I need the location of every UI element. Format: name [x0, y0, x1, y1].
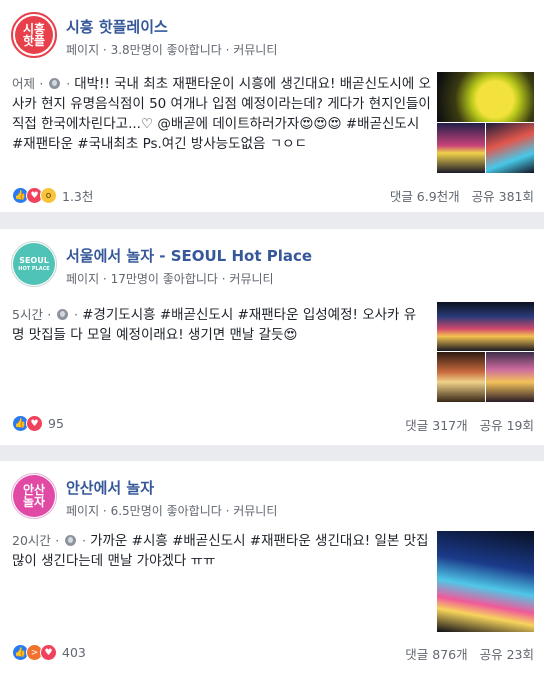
post-photo[interactable] [486, 352, 534, 402]
page-avatar[interactable]: SEOUL HOT PLACE [11, 241, 57, 287]
comment-count-link[interactable]: 댓글 317개 [405, 418, 467, 433]
avatar-text: SEOUL [19, 255, 49, 265]
feed-post: SEOUL HOT PLACE 서울에서 놀자 - SEOUL Hot Plac… [0, 229, 544, 445]
page-name-link[interactable]: 안산에서 놀자 [66, 477, 154, 498]
reactions-summary[interactable]: 👍 ♥ o 1.3천 [12, 186, 93, 205]
engagement-counts: 댓글 876개 공유 23회 [405, 644, 534, 663]
reactions-summary[interactable]: 👍 > ♥ 403 [12, 644, 86, 661]
page-meta: 페이지 · 17만명이 좋아합니다 · 커뮤니티 [66, 272, 274, 286]
avatar-text: 놀자 [22, 495, 46, 509]
post-text: 대박!! 국내 최초 재팬타운이 시흥에 생긴대요! 배곧신도시에 오사카 현지… [12, 76, 431, 152]
avatar-text: HOT PLACE [18, 265, 50, 272]
post-photo[interactable] [437, 123, 485, 173]
reactions-summary[interactable]: 👍 ♥ 95 [12, 415, 64, 432]
post-photo[interactable] [486, 123, 534, 173]
post-timestamp[interactable]: 20시간 [12, 533, 51, 548]
reaction-count: 1.3천 [62, 189, 94, 204]
reaction-count: 403 [62, 645, 86, 660]
post-photo[interactable] [437, 72, 534, 122]
post-body: 5시간 · · #경기도시흥 #배곧신도시 #재팬타운 입성예정! 오사카 유명… [12, 307, 417, 343]
share-count-link[interactable]: 공유 19회 [480, 418, 534, 433]
share-count-link[interactable]: 공유 23회 [480, 647, 534, 662]
page-meta: 페이지 · 3.8만명이 좋아합니다 · 커뮤니티 [66, 43, 278, 57]
globe-icon [65, 535, 77, 546]
post-timestamp[interactable]: 5시간 [12, 307, 43, 322]
page-avatar[interactable]: 안산 놀자 [11, 473, 57, 519]
page-name-link[interactable]: 시흥 핫플레이스 [66, 16, 168, 37]
globe-icon [57, 309, 69, 320]
post-body: 20시간 · · 가까운 #시흥 #배곧신도시 #재팬타운 생긴대요! 일본 맛… [12, 533, 429, 569]
feed-post: 안산 놀자 안산에서 놀자 페이지 · 6.5만명이 좋아합니다 · 커뮤니티 … [0, 461, 544, 682]
avatar-text: 핫플 [22, 34, 46, 48]
page-name-link[interactable]: 서울에서 놀자 - SEOUL Hot Place [66, 245, 312, 266]
post-photo[interactable] [437, 302, 534, 351]
post-body: 어제 · · 대박!! 국내 최초 재팬타운이 시흥에 생긴대요! 배곧신도시에… [12, 76, 431, 152]
post-photo[interactable] [437, 531, 534, 632]
post-timestamp[interactable]: 어제 [12, 76, 35, 91]
wow-icon: o [40, 187, 57, 204]
engagement-counts: 댓글 317개 공유 19회 [405, 415, 534, 434]
comment-count-link[interactable]: 댓글 876개 [405, 647, 467, 662]
page-meta: 페이지 · 6.5만명이 좋아합니다 · 커뮤니티 [66, 504, 278, 518]
love-icon: ♥ [26, 415, 43, 432]
engagement-counts: 댓글 6.9천개 공유 381회 [390, 186, 534, 205]
love-icon: ♥ [40, 644, 57, 661]
page-avatar[interactable]: 시흥 핫플 [11, 12, 57, 58]
reaction-count: 95 [48, 416, 64, 431]
post-photo[interactable] [437, 352, 485, 402]
globe-icon [49, 78, 61, 89]
comment-count-link[interactable]: 댓글 6.9천개 [390, 189, 460, 204]
share-count-link[interactable]: 공유 381회 [472, 189, 534, 204]
feed-post: 시흥 핫플 시흥 핫플레이스 페이지 · 3.8만명이 좋아합니다 · 커뮤니티… [0, 0, 544, 212]
